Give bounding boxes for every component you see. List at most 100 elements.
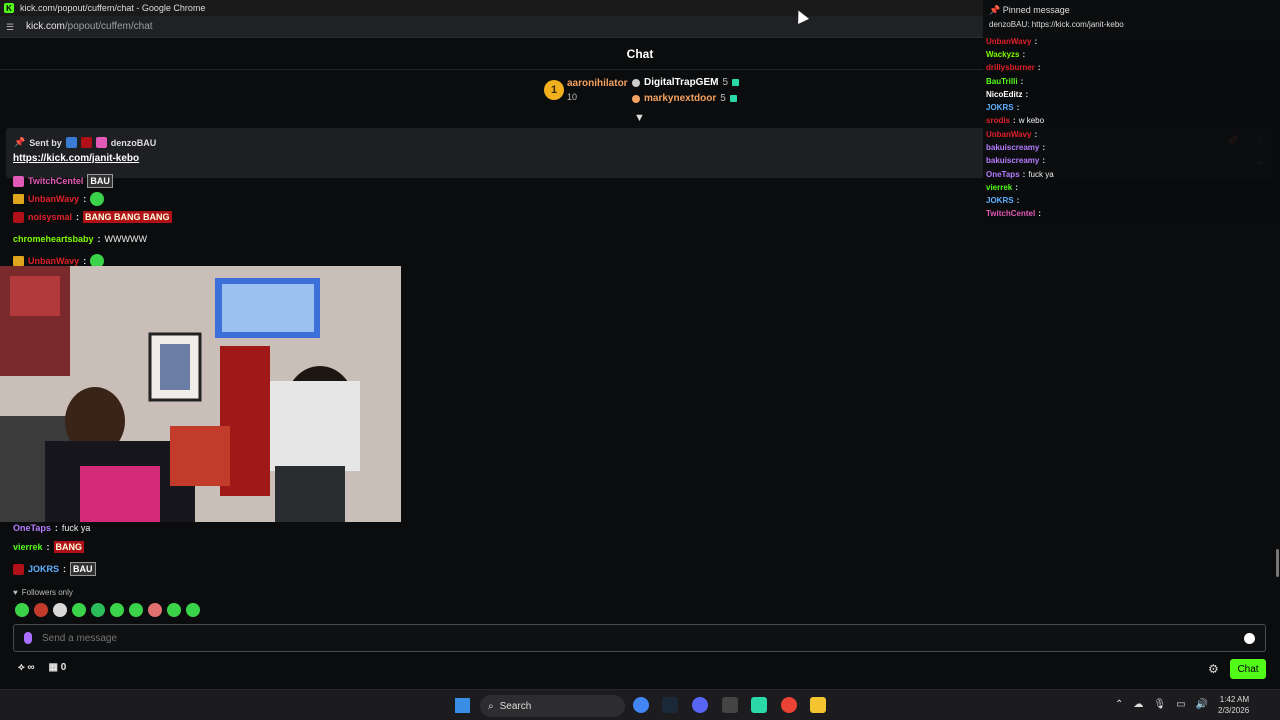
chat-username[interactable]: bakuiscreamy: [986, 143, 1039, 152]
monitor-icon[interactable]: ▭: [1176, 699, 1185, 710]
discord-taskbar-icon[interactable]: [692, 697, 708, 713]
chat-username[interactable]: OneTaps: [13, 523, 51, 533]
chat-username[interactable]: UnbanWavy: [986, 130, 1032, 139]
chat-username[interactable]: chromeheartsbaby: [13, 234, 94, 244]
taskbar-clock[interactable]: 1:42 AM 2/3/2026: [1218, 694, 1249, 716]
chat-username[interactable]: JOKRS: [28, 564, 59, 574]
chat-input-box[interactable]: [13, 624, 1266, 652]
popout-pinned-line[interactable]: denzoBAU: https://kick.com/janit-kebo: [989, 20, 1124, 29]
collapse-leaderboard-icon[interactable]: ▼: [634, 112, 645, 124]
gear-icon[interactable]: ⚙: [1208, 662, 1219, 676]
chat-username[interactable]: bakuiscreamy: [986, 156, 1039, 165]
chat-message: TwitchCentel BAU: [13, 174, 113, 188]
file-explorer-taskbar-icon[interactable]: [810, 697, 826, 713]
pinned-sender[interactable]: denzoBAU: [111, 138, 157, 148]
leaderboard-count: 5: [722, 77, 729, 88]
green-emote-icon: [90, 192, 105, 206]
emoji-picker-icon[interactable]: [1244, 632, 1255, 644]
url-path[interactable]: /popout/cuffem/chat: [65, 21, 153, 32]
leaderboard-first-name[interactable]: aaronihilator: [567, 78, 628, 89]
chat-username[interactable]: UnbanWavy: [28, 256, 79, 266]
url-host[interactable]: kick.com: [26, 21, 65, 32]
leaderboard-row[interactable]: DigitalTrapGEM 5: [632, 77, 740, 88]
cloud-icon[interactable]: ☁: [1133, 699, 1143, 710]
popout-message: vierrek:: [986, 183, 1018, 192]
bau-badge-icon: [80, 137, 92, 148]
chat-send-button[interactable]: Chat: [1230, 659, 1266, 679]
windows-taskbar: ⌕ Search ⌃ ☁ 🎙 ▭ 🔊 1:42 AM 2/3/2026: [0, 689, 1280, 720]
chat-text: fuck ya: [1028, 170, 1054, 179]
taskbar-search[interactable]: ⌕ Search: [480, 695, 625, 717]
popout-message: BauTrilli:: [986, 77, 1024, 86]
emote-icon[interactable]: [129, 603, 143, 617]
mic-icon[interactable]: [24, 632, 32, 644]
popout-message: bakuiscreamy:: [986, 143, 1046, 152]
popout-message: bakuiscreamy:: [986, 156, 1046, 165]
chrome-taskbar-icon[interactable]: [633, 697, 649, 713]
crown-badge-icon: [13, 256, 24, 266]
chat-username[interactable]: TwitchCentel: [986, 209, 1035, 218]
taskbar-search-label: Search: [499, 700, 532, 712]
emote-icon[interactable]: [91, 603, 105, 617]
stream-video[interactable]: [0, 266, 401, 522]
chat-message: JOKRS: BAU: [13, 562, 96, 576]
moderator-badge-icon: [65, 137, 77, 148]
chat-message: OneTaps: fuck ya: [13, 523, 91, 533]
volume-icon[interactable]: 🔊: [1196, 699, 1208, 710]
gift-leaderboard: 1 aaronihilator 10 DigitalTrapGEM 5 mark…: [540, 74, 750, 112]
windows-start-icon[interactable]: [455, 698, 470, 713]
mic-tray-icon[interactable]: 🎙: [1153, 699, 1166, 710]
popout-message: UnbanWavy:: [986, 37, 1038, 46]
chat-username[interactable]: BauTrilli: [986, 77, 1018, 86]
chat-username[interactable]: JOKRS: [986, 196, 1014, 205]
emote-icon[interactable]: [148, 603, 162, 617]
steam-taskbar-icon[interactable]: [662, 697, 678, 713]
pinned-sent-by: 📌 Sent by denzoBAU: [14, 137, 156, 148]
emote-icon[interactable]: [167, 603, 181, 617]
gift-counter[interactable]: ▦ 0: [49, 662, 67, 673]
emote-icon[interactable]: [53, 603, 67, 617]
crown-badge-icon: [13, 194, 24, 204]
followers-only-notice: ♥ Followers only: [13, 588, 73, 597]
page-scrollbar[interactable]: [1276, 549, 1279, 577]
emote-icon[interactable]: [72, 603, 86, 617]
app-taskbar-icon[interactable]: [751, 697, 767, 713]
chat-username[interactable]: NicoEditz: [986, 90, 1022, 99]
chevron-up-icon[interactable]: ⌃: [1115, 699, 1123, 710]
emote-icon[interactable]: [34, 603, 48, 617]
chat-username[interactable]: UnbanWavy: [986, 37, 1032, 46]
popout-message: drillysburner:: [986, 63, 1041, 72]
heart-icon: ♥: [13, 588, 18, 597]
rank-medal-icon: 1: [544, 80, 564, 100]
chat-username[interactable]: UnbanWavy: [28, 194, 79, 204]
popout-chat-overlay: 📌 Pinned message denzoBAU: https://kick.…: [983, 0, 1280, 225]
stream-video-frame: [0, 266, 401, 522]
system-tray: ⌃ ☁ 🎙 ▭ 🔊: [1115, 699, 1208, 710]
leaderboard-row[interactable]: markynextdoor 5: [632, 93, 737, 104]
chat-username[interactable]: noisysmal: [28, 212, 72, 222]
sent-by-label: Sent by: [29, 137, 62, 148]
emote-icon[interactable]: [110, 603, 124, 617]
chat-username[interactable]: OneTaps: [986, 170, 1020, 179]
chat-username[interactable]: TwitchCentel: [28, 176, 83, 186]
infinity-icon[interactable]: ⟡ ∞: [18, 662, 35, 673]
message-input[interactable]: [42, 632, 1234, 644]
chat-username[interactable]: Wackyzs: [986, 50, 1020, 59]
chat-title: Chat: [626, 46, 654, 61]
chat-username[interactable]: vierrek: [13, 542, 43, 552]
site-info-icon[interactable]: ☰: [6, 22, 18, 32]
clock-date: 2/3/2026: [1218, 706, 1250, 715]
emote-icon[interactable]: [15, 603, 29, 617]
chat-username[interactable]: vierrek: [986, 183, 1012, 192]
popout-message: srodis: w kebo: [986, 116, 1045, 125]
emote-icon[interactable]: [186, 603, 200, 617]
chat-footer-left: ⟡ ∞ ▦ 0: [18, 662, 66, 673]
chat-username[interactable]: JOKRS: [986, 103, 1014, 112]
app-taskbar-icon[interactable]: [722, 697, 738, 713]
pinned-link[interactable]: https://kick.com/janit-kebo: [13, 153, 139, 164]
chat-username[interactable]: srodis: [986, 116, 1010, 125]
chrome-active-taskbar-icon[interactable]: [781, 697, 797, 713]
chat-username[interactable]: drillysburner: [986, 63, 1035, 72]
popout-message: JOKRS:: [986, 103, 1020, 112]
followers-only-label: Followers only: [21, 588, 73, 597]
